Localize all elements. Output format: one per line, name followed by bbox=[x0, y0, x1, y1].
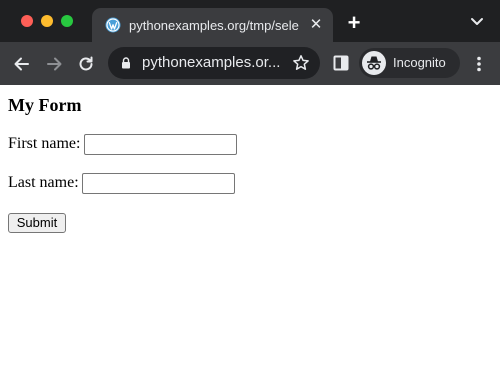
side-panel-icon[interactable] bbox=[333, 55, 349, 71]
browser-titlebar: pythonexamples.org/tmp/selen ✕ + bbox=[0, 0, 500, 42]
submit-button[interactable]: Submit bbox=[8, 213, 66, 233]
wordpress-icon bbox=[105, 17, 121, 33]
more-menu-icon[interactable] bbox=[471, 55, 487, 73]
first-name-label: First name: bbox=[8, 135, 81, 152]
browser-tab-active[interactable]: pythonexamples.org/tmp/selen ✕ bbox=[92, 8, 333, 42]
forward-button[interactable] bbox=[44, 54, 64, 74]
reload-icon bbox=[79, 56, 93, 71]
arrow-left-icon bbox=[14, 57, 29, 71]
star-icon[interactable] bbox=[292, 54, 310, 72]
url-text[interactable]: pythonexamples.or... bbox=[142, 54, 290, 72]
address-bar[interactable]: pythonexamples.or... bbox=[108, 47, 320, 79]
arrow-right-icon bbox=[47, 57, 62, 71]
last-name-label: Last name: bbox=[8, 174, 79, 191]
last-name-input[interactable] bbox=[82, 173, 235, 194]
back-button[interactable] bbox=[12, 54, 32, 74]
tab-close-icon[interactable]: ✕ bbox=[307, 16, 325, 34]
incognito-icon bbox=[362, 51, 386, 75]
tab-title: pythonexamples.org/tmp/selen bbox=[129, 18, 299, 33]
minimize-window-button[interactable] bbox=[41, 15, 53, 27]
web-page-content: My Form First name: Last name: Submit bbox=[0, 85, 500, 375]
incognito-label: Incognito bbox=[393, 55, 446, 70]
lock-icon[interactable] bbox=[121, 57, 131, 69]
form-heading: My Form bbox=[8, 95, 82, 115]
reload-button[interactable] bbox=[76, 54, 96, 74]
browser-toolbar: pythonexamples.or... Incognito bbox=[0, 42, 500, 85]
maximize-window-button[interactable] bbox=[61, 15, 73, 27]
close-window-button[interactable] bbox=[21, 15, 33, 27]
chevron-down-icon[interactable] bbox=[469, 16, 485, 28]
first-name-input[interactable] bbox=[84, 134, 237, 155]
incognito-profile-button[interactable]: Incognito bbox=[359, 48, 460, 78]
new-tab-button[interactable]: + bbox=[344, 12, 364, 34]
